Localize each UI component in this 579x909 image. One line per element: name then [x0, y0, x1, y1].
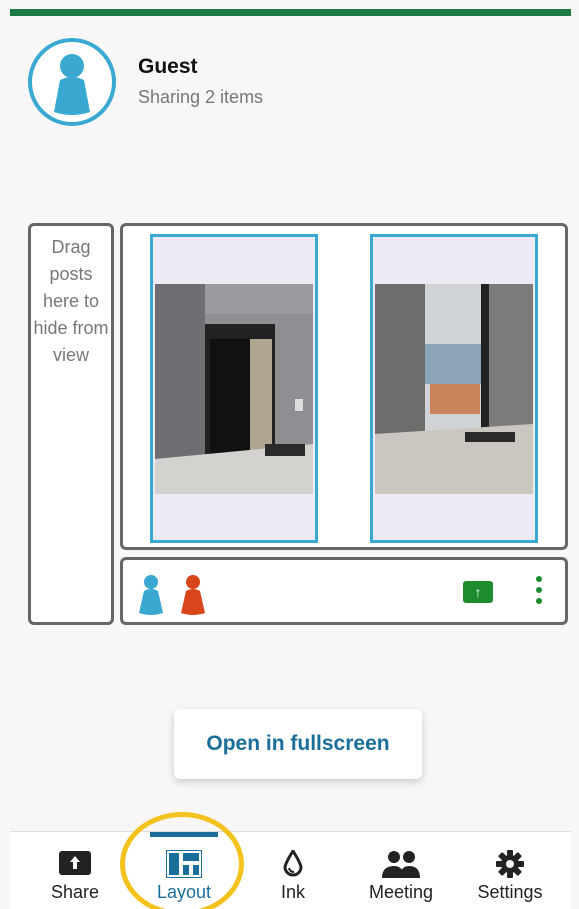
- nav-meeting-label: Meeting: [368, 882, 434, 902]
- post-item[interactable]: [370, 234, 538, 543]
- hide-zone-text: Drag posts here to hide from view: [33, 237, 109, 365]
- nav-meeting[interactable]: Meeting: [351, 832, 451, 909]
- layout-grid-icon: [166, 850, 202, 878]
- people-icon: [382, 851, 420, 878]
- bottom-nav: Share Layout Ink Meeting Settings: [10, 831, 571, 909]
- guest-avatar: [28, 38, 116, 126]
- gear-icon: [496, 850, 524, 878]
- upload-arrow-icon: ↑: [474, 584, 482, 600]
- ink-drop-icon: [283, 850, 303, 877]
- more-vertical-icon[interactable]: [531, 576, 547, 610]
- nav-settings[interactable]: Settings: [460, 832, 560, 909]
- person-pawn-icon: [54, 54, 90, 115]
- post-item[interactable]: [150, 234, 318, 543]
- nav-settings-label: Settings: [477, 882, 543, 902]
- share-upload-icon: [59, 851, 91, 875]
- photo-office-window-icon: [375, 284, 533, 494]
- photo-office-door-icon: [155, 284, 313, 494]
- nav-share[interactable]: Share: [25, 832, 125, 909]
- guest-name: Guest: [138, 55, 198, 78]
- participant-bar: ↑: [120, 557, 568, 625]
- person-pawn-icon: [139, 575, 163, 615]
- posts-area: [120, 223, 568, 550]
- nav-ink-label: Ink: [280, 882, 305, 902]
- upload-button[interactable]: ↑: [463, 581, 493, 603]
- sharing-count: Sharing 2 items: [138, 87, 264, 107]
- person-pawn-icon: [181, 575, 205, 615]
- nav-layout-label: Layout: [156, 882, 212, 902]
- nav-layout[interactable]: Layout: [134, 832, 234, 909]
- top-accent-bar: [10, 9, 571, 16]
- hide-drop-zone[interactable]: Drag posts here to hide from view: [28, 223, 114, 625]
- open-fullscreen-button[interactable]: Open in fullscreen: [174, 709, 422, 779]
- active-tab-indicator: [150, 832, 218, 837]
- nav-share-label: Share: [50, 882, 100, 902]
- nav-ink[interactable]: Ink: [243, 832, 343, 909]
